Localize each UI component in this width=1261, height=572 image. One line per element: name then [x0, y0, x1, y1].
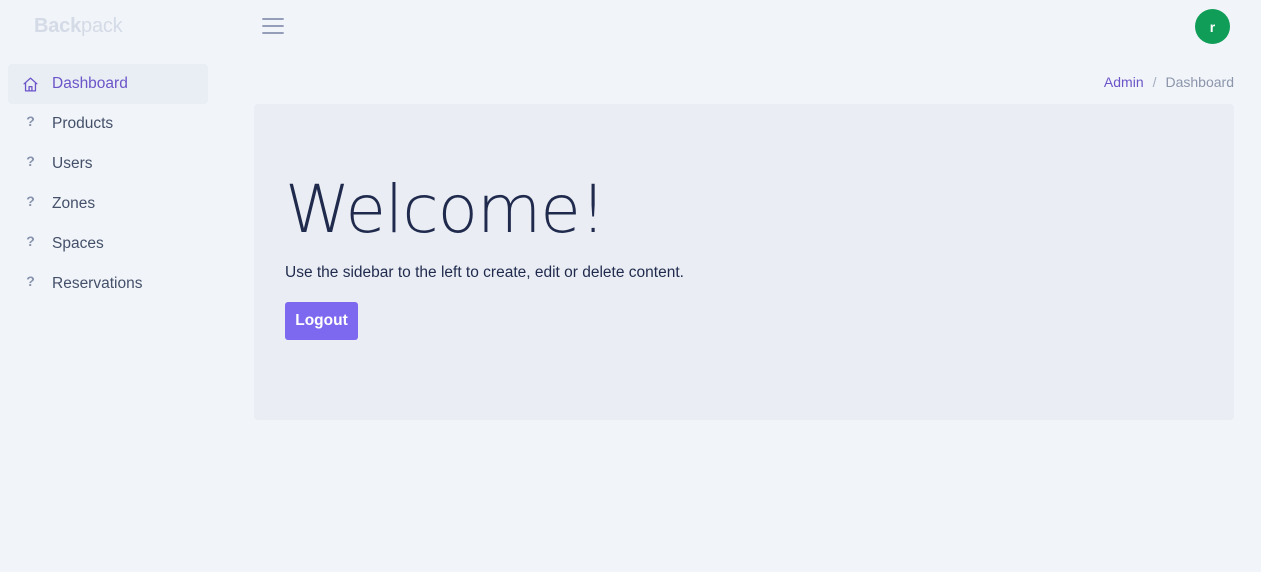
- sidebar-item-label: Products: [52, 115, 114, 132]
- sidebar-item-dashboard[interactable]: Dashboard: [8, 64, 208, 104]
- sidebar-item-products[interactable]: ? Products: [8, 104, 208, 144]
- avatar-letter: r: [1209, 18, 1216, 35]
- welcome-card: Welcome! Use the sidebar to the left to …: [254, 104, 1234, 420]
- sidebar-item-zones[interactable]: ? Zones: [8, 184, 208, 224]
- sidebar-item-label: Reservations: [52, 275, 143, 292]
- sidebar-item-label: Spaces: [52, 235, 104, 252]
- sidebar-item-label: Dashboard: [52, 75, 128, 92]
- breadcrumb-separator: /: [1152, 74, 1157, 90]
- welcome-lead-text: Use the sidebar to the left to create, e…: [285, 264, 684, 281]
- hamburger-icon: [262, 18, 284, 34]
- question-icon: ?: [26, 233, 35, 249]
- logout-button[interactable]: Logout: [285, 302, 358, 340]
- sidebar-item-label: Users: [52, 155, 93, 172]
- breadcrumb-current: Dashboard: [1165, 74, 1235, 90]
- sidebar-item-users[interactable]: ? Users: [8, 144, 208, 184]
- sidebar-item-label: Zones: [52, 195, 96, 212]
- app-root: Backpack r Dashboard ? Products ? Users …: [0, 0, 1261, 572]
- brand-logo[interactable]: Backpack: [34, 13, 123, 39]
- brand-logo-part2: pack: [81, 15, 123, 37]
- user-avatar[interactable]: r: [1195, 9, 1230, 44]
- question-icon: ?: [26, 273, 35, 289]
- brand-logo-part1: Back: [34, 15, 82, 37]
- home-icon: [21, 75, 40, 94]
- sidebar-item-spaces[interactable]: ? Spaces: [8, 224, 208, 264]
- question-icon: ?: [26, 193, 35, 209]
- breadcrumb: Admin / Dashboard: [1104, 74, 1234, 90]
- sidebar-item-reservations[interactable]: ? Reservations: [8, 264, 208, 304]
- page-title: Welcome!: [285, 171, 606, 248]
- question-icon: ?: [26, 113, 35, 129]
- sidebar: Dashboard ? Products ? Users ? Zones ? S…: [8, 64, 208, 304]
- question-icon: ?: [26, 153, 35, 169]
- sidebar-toggle-button[interactable]: [262, 16, 284, 36]
- breadcrumb-admin-link[interactable]: Admin: [1104, 74, 1144, 90]
